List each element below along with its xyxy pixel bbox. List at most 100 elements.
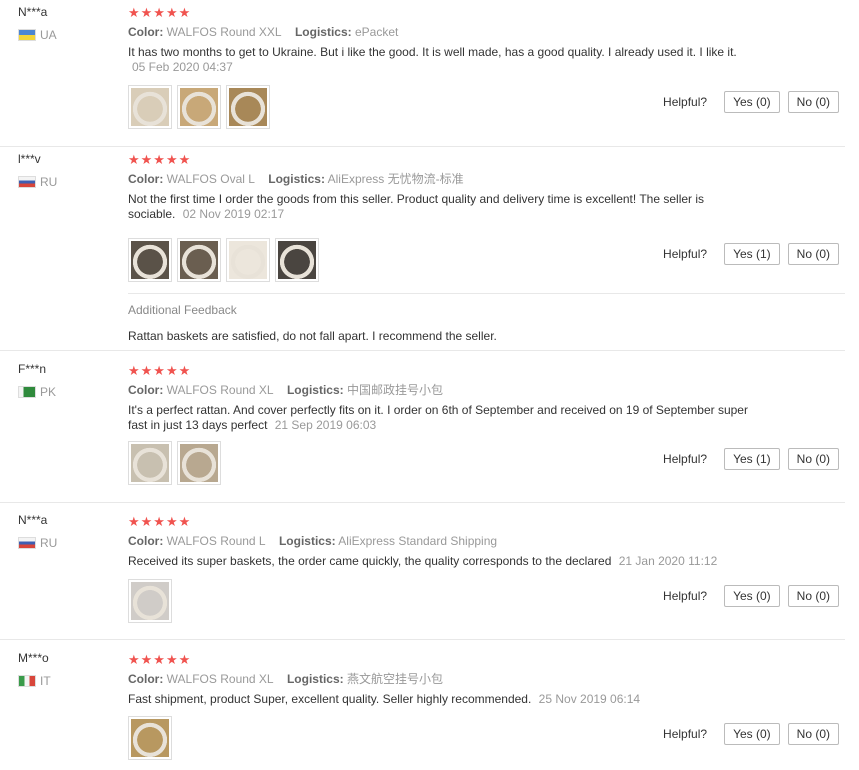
star-rating: ★★★★★: [128, 152, 192, 167]
reviewer-name: M***o: [18, 651, 49, 665]
helpful-label: Helpful?: [663, 247, 708, 261]
review-text: Not the first time I order the goods fro…: [128, 192, 753, 222]
color-label: Color:: [128, 172, 164, 186]
photo-image: [278, 241, 316, 279]
color-value: WALFOS Round XL: [166, 672, 274, 686]
logistics-value: AliExpress 无忧物流-标准: [327, 172, 464, 186]
review-date: 21 Jan 2020 11:12: [618, 554, 718, 568]
helpful-vote: Helpful? Yes (0) No (0): [663, 585, 839, 607]
review-date: 05 Feb 2020 04:37: [132, 60, 233, 74]
review-content: ★★★★★ Color: WALFOS Round XL Logistics: …: [128, 653, 753, 707]
review-text: It has two months to get to Ukraine. But…: [128, 45, 753, 75]
review-photo[interactable]: [226, 85, 270, 129]
additional-feedback-title: Additional Feedback: [128, 303, 237, 317]
logistics-label: Logistics:: [286, 383, 344, 397]
helpful-no-button[interactable]: No (0): [787, 448, 839, 470]
review-photo[interactable]: [177, 85, 221, 129]
star-rating: ★★★★★: [128, 652, 192, 667]
helpful-label: Helpful?: [663, 589, 708, 603]
helpful-yes-button[interactable]: Yes (1): [724, 243, 780, 265]
review-content: ★★★★★ Color: WALFOS Oval L Logistics: Al…: [128, 153, 753, 222]
helpful-yes-button[interactable]: Yes (1): [724, 448, 780, 470]
review-photo[interactable]: [177, 238, 221, 282]
photo-image: [131, 241, 169, 279]
reviewer-info: l***v RU: [18, 152, 118, 189]
photo-image: [180, 241, 218, 279]
color-value: WALFOS Round L: [166, 534, 266, 548]
helpful-no-button[interactable]: No (0): [787, 91, 839, 113]
it-flag-icon: [18, 675, 36, 687]
color-value: WALFOS Round XL: [166, 383, 274, 397]
star-rating: ★★★★★: [128, 363, 192, 378]
helpful-label: Helpful?: [663, 727, 708, 741]
logistics-label: Logistics:: [268, 172, 325, 186]
review-photo[interactable]: [275, 238, 319, 282]
review-body: Received its super baskets, the order ca…: [128, 554, 612, 568]
logistics-label: Logistics:: [278, 534, 336, 548]
country-code: UA: [40, 28, 57, 42]
color-label: Color:: [128, 672, 164, 686]
logistics-label: Logistics:: [286, 672, 344, 686]
logistics-label: Logistics:: [294, 25, 352, 39]
star-rating: ★★★★★: [128, 5, 192, 20]
review-photo[interactable]: [128, 85, 172, 129]
additional-feedback: Additional Feedback Rattan baskets are s…: [128, 293, 845, 343]
review-content: ★★★★★ Color: WALFOS Round L Logistics: A…: [128, 515, 753, 569]
review-body: It has two months to get to Ukraine. But…: [128, 45, 737, 59]
helpful-vote: Helpful? Yes (1) No (0): [663, 448, 839, 470]
helpful-vote: Helpful? Yes (1) No (0): [663, 243, 839, 265]
review-photos: [128, 579, 177, 623]
photo-image: [131, 444, 169, 482]
logistics-value: 燕文航空挂号小包: [346, 672, 443, 686]
review-photo[interactable]: [128, 579, 172, 623]
review-photo[interactable]: [226, 238, 270, 282]
review-item: M***o IT ★★★★★ Color: WALFOS Round XL Lo…: [0, 641, 845, 770]
review-text: Fast shipment, product Super, excellent …: [128, 692, 753, 707]
review-photo[interactable]: [128, 716, 172, 760]
reviewer-country: RU: [18, 175, 118, 189]
helpful-no-button[interactable]: No (0): [787, 243, 839, 265]
review-photo[interactable]: [128, 238, 172, 282]
review-date: 25 Nov 2019 06:14: [538, 692, 641, 706]
review-item: N***a UA ★★★★★ Color: WALFOS Round XXL L…: [0, 0, 845, 147]
review-item: F***n PK ★★★★★ Color: WALFOS Round XL Lo…: [0, 352, 845, 503]
review-meta: Color: WALFOS Round XXL Logistics: ePack…: [128, 25, 753, 40]
helpful-vote: Helpful? Yes (0) No (0): [663, 91, 839, 113]
helpful-yes-button[interactable]: Yes (0): [724, 91, 780, 113]
review-body: Fast shipment, product Super, excellent …: [128, 692, 532, 706]
logistics-value: 中国邮政挂号小包: [346, 383, 443, 397]
color-value: WALFOS Round XXL: [166, 25, 282, 39]
helpful-yes-button[interactable]: Yes (0): [724, 723, 780, 745]
logistics-value: ePacket: [354, 25, 399, 39]
country-code: IT: [40, 674, 51, 688]
color-label: Color:: [128, 534, 164, 548]
reviewer-info: N***a RU: [18, 513, 118, 550]
review-photo[interactable]: [128, 441, 172, 485]
review-item: l***v RU ★★★★★ Color: WALFOS Oval L Logi…: [0, 147, 845, 351]
photo-image: [180, 88, 218, 126]
review-content: ★★★★★ Color: WALFOS Round XXL Logistics:…: [128, 6, 753, 75]
country-code: RU: [40, 175, 58, 189]
review-photos: [128, 85, 275, 129]
review-photos: [128, 441, 226, 485]
helpful-no-button[interactable]: No (0): [787, 585, 839, 607]
additional-feedback-text: Rattan baskets are satisfied, do not fal…: [128, 329, 497, 343]
review-photos: [128, 716, 177, 760]
reviewer-info: N***a UA: [18, 5, 118, 42]
reviewer-name: l***v: [18, 152, 41, 166]
reviewer-country: RU: [18, 536, 118, 550]
review-photos: [128, 238, 324, 282]
review-photo[interactable]: [177, 441, 221, 485]
helpful-yes-button[interactable]: Yes (0): [724, 585, 780, 607]
photo-image: [131, 582, 169, 620]
review-meta: Color: WALFOS Round L Logistics: AliExpr…: [128, 534, 753, 549]
review-date: 21 Sep 2019 06:03: [274, 418, 377, 432]
ru-flag-icon: [18, 537, 36, 549]
helpful-no-button[interactable]: No (0): [787, 723, 839, 745]
photo-image: [229, 88, 267, 126]
reviewer-name: N***a: [18, 5, 48, 19]
reviewer-name: F***n: [18, 362, 47, 376]
color-label: Color:: [128, 383, 164, 397]
review-body: It's a perfect rattan. And cover perfect…: [128, 403, 748, 432]
color-value: WALFOS Oval L: [166, 172, 255, 186]
